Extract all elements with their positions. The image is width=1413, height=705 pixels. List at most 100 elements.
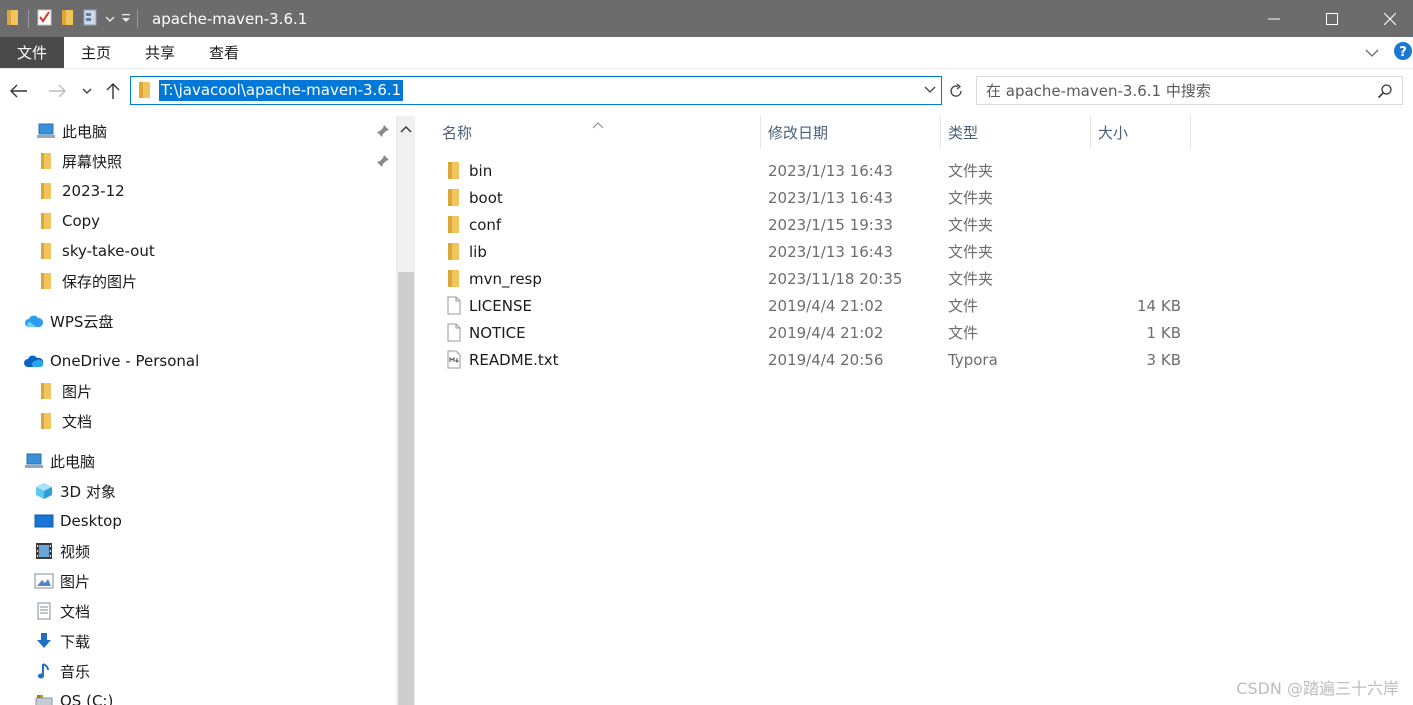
nav-item-onedrive-pictures[interactable]: 图片 <box>36 376 92 406</box>
search-placeholder: 在 apache-maven-3.6.1 中搜索 <box>986 82 1211 100</box>
folder-icon <box>138 81 152 103</box>
minimize-button[interactable] <box>1251 0 1297 37</box>
tab-share[interactable]: 共享 <box>128 37 192 68</box>
address-bar[interactable]: T:\javacool\apache-maven-3.6.1 <box>130 76 942 105</box>
nav-item-label: 此电脑 <box>50 452 96 471</box>
column-header-size[interactable]: 大小 <box>1098 116 1128 148</box>
pin-icon[interactable] <box>376 154 390 172</box>
column-header-name[interactable]: 名称 <box>442 116 472 148</box>
nav-item-this-pc[interactable]: 此电脑 <box>24 446 95 476</box>
file-date: 2023/1/13 16:43 <box>768 161 893 180</box>
column-header-type[interactable]: 类型 <box>948 116 978 148</box>
table-row[interactable]: boot 2023/1/13 16:43 文件夹 <box>415 184 1413 211</box>
properties-icon[interactable] <box>37 8 53 30</box>
scroll-up-icon[interactable] <box>400 120 412 138</box>
up-button[interactable] <box>104 70 122 112</box>
nav-scrollbar[interactable] <box>396 116 414 705</box>
file-size <box>1091 184 1181 211</box>
file-type: 文件夹 <box>948 216 994 234</box>
nav-item-os-drive[interactable]: OS (C:) <box>34 686 113 705</box>
desktop-icon <box>34 511 54 531</box>
nav-item-videos[interactable]: 视频 <box>34 536 90 566</box>
close-button[interactable] <box>1367 0 1413 37</box>
nav-item-label: 视频 <box>60 542 91 561</box>
table-row[interactable]: conf 2023/1/15 19:33 文件夹 <box>415 211 1413 238</box>
help-icon[interactable]: ? <box>1393 41 1413 65</box>
nav-item-copy[interactable]: Copy <box>36 206 100 236</box>
tab-file[interactable]: 文件 <box>0 37 64 68</box>
folder-icon <box>446 269 462 288</box>
nav-item-onedrive-documents[interactable]: 文档 <box>36 406 92 436</box>
nav-item-screenshots[interactable]: 屏幕快照 <box>36 146 122 176</box>
address-path[interactable]: T:\javacool\apache-maven-3.6.1 <box>159 80 404 101</box>
new-folder-icon[interactable] <box>61 8 75 30</box>
watermark: CSDN @踏遍三十六岸 <box>1236 679 1399 698</box>
forward-button[interactable] <box>46 70 68 112</box>
table-row[interactable]: mvn_resp 2023/11/18 20:35 文件夹 <box>415 265 1413 292</box>
nav-item-music[interactable]: 音乐 <box>34 656 90 686</box>
file-name: README.txt <box>469 350 559 369</box>
search-input[interactable]: 在 apache-maven-3.6.1 中搜索 <box>976 76 1403 105</box>
recent-locations-button[interactable] <box>80 70 94 112</box>
column-header-date[interactable]: 修改日期 <box>768 116 828 148</box>
nav-item-label: OS (C:) <box>60 692 114 705</box>
nav-item-sky-take-out[interactable]: sky-take-out <box>36 236 155 266</box>
file-name: conf <box>469 215 502 234</box>
scrollbar-thumb[interactable] <box>398 272 414 705</box>
quick-access-toolbar <box>0 0 146 37</box>
toolbar-dropdown-icon[interactable] <box>121 10 131 28</box>
nav-item-3d-objects[interactable]: 3D 对象 <box>34 476 116 506</box>
maximize-button[interactable] <box>1309 0 1355 37</box>
nav-item-label: 音乐 <box>60 662 91 681</box>
pin-icon[interactable] <box>376 124 390 142</box>
column-separator[interactable] <box>760 116 761 148</box>
file-name: bin <box>469 161 493 180</box>
folder-icon <box>36 411 56 431</box>
table-row[interactable]: lib 2023/1/13 16:43 文件夹 <box>415 238 1413 265</box>
table-row[interactable]: README.txt 2019/4/4 20:56 Typora 3 KB <box>415 346 1413 373</box>
toolbar-separator <box>137 9 138 28</box>
nav-item-label: 下载 <box>60 632 91 651</box>
nav-item-saved-pictures[interactable]: 保存的图片 <box>36 266 137 296</box>
search-icon[interactable] <box>1377 83 1393 103</box>
tab-home[interactable]: 主页 <box>64 37 128 68</box>
folder-icon <box>36 271 56 291</box>
nav-item-downloads[interactable]: 下载 <box>34 626 90 656</box>
nav-item-wps-cloud[interactable]: WPS云盘 <box>24 306 113 336</box>
nav-item-pictures[interactable]: 图片 <box>34 566 90 596</box>
nav-item-this-pc-quick[interactable]: 此电脑 <box>36 116 107 146</box>
folder-icon[interactable] <box>6 8 20 30</box>
file-type: 文件夹 <box>948 270 994 288</box>
nav-item-label: 保存的图片 <box>62 272 138 291</box>
nav-item-onedrive[interactable]: OneDrive - Personal <box>24 346 199 376</box>
file-name: NOTICE <box>469 323 526 342</box>
chevron-down-icon[interactable] <box>105 10 115 28</box>
file-date: 2019/4/4 20:56 <box>768 350 884 369</box>
nav-item-label: Copy <box>62 212 101 230</box>
video-icon <box>34 541 54 561</box>
table-row[interactable]: bin 2023/1/13 16:43 文件夹 <box>415 157 1413 184</box>
sort-ascending-icon <box>592 116 604 134</box>
chevron-down-icon[interactable] <box>923 82 937 102</box>
folder-icon <box>36 211 56 231</box>
customize-icon[interactable] <box>83 8 101 30</box>
refresh-button[interactable] <box>945 77 967 105</box>
nav-item-2023-12[interactable]: 2023-12 <box>36 176 125 206</box>
column-separator[interactable] <box>1090 116 1091 148</box>
ribbon-right-controls: ? <box>1365 37 1413 69</box>
folder-icon <box>446 188 462 207</box>
tab-view[interactable]: 查看 <box>192 37 256 68</box>
table-row[interactable]: NOTICE 2019/4/4 21:02 文件 1 KB <box>415 319 1413 346</box>
file-type: Typora <box>948 350 998 369</box>
file-icon <box>446 323 462 342</box>
back-button[interactable] <box>8 70 30 112</box>
table-row[interactable]: LICENSE 2019/4/4 21:02 文件 14 KB <box>415 292 1413 319</box>
file-type: 文件夹 <box>948 162 994 180</box>
column-separator[interactable] <box>940 116 941 148</box>
nav-item-desktop[interactable]: Desktop <box>34 506 122 536</box>
nav-item-documents[interactable]: 文档 <box>34 596 90 626</box>
column-separator[interactable] <box>1190 116 1191 148</box>
file-date: 2023/1/15 19:33 <box>768 215 893 234</box>
expand-ribbon-button[interactable] <box>1365 44 1379 62</box>
file-date: 2023/11/18 20:35 <box>768 269 903 288</box>
